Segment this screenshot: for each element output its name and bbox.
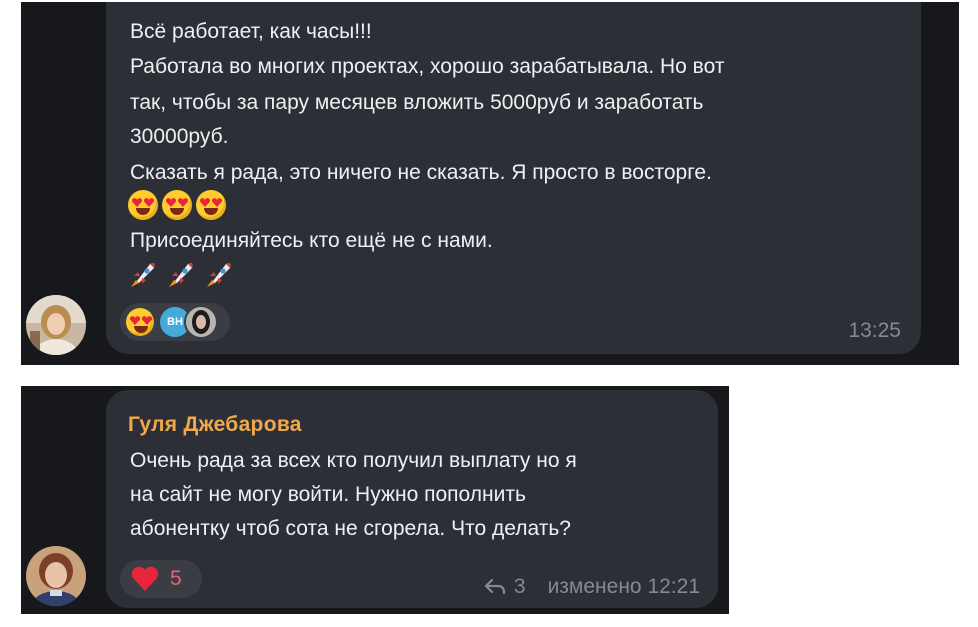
message-text-line: Сказать я рада, это ничего не сказать. Я… — [130, 161, 712, 184]
message-text-line: на сайт не могу войти. Нужно пополнить — [130, 483, 526, 506]
red-heart-emoji — [131, 566, 159, 591]
message-text-line: 30000руб. — [130, 125, 229, 148]
sender-avatar[interactable] — [26, 546, 86, 606]
message-footer: 3 изменено 12:21 — [484, 570, 700, 604]
message-text-line: Работала во многих проектах, хорошо зара… — [130, 55, 725, 78]
message-text-line: Присоединяйтесь кто ещё не с нами. — [130, 229, 493, 252]
reactions-pill[interactable]: ВН — [120, 303, 230, 341]
emoji-row — [128, 190, 226, 220]
rocket-emoji — [169, 263, 193, 287]
message-panel-2: Гуля Джебарова Очень рада за всех кто по… — [21, 386, 729, 614]
edited-timestamp: изменено 12:21 — [547, 575, 700, 598]
message-bubble[interactable]: Всё работает, как часы!!! Работала во мн… — [106, 2, 921, 354]
reaction-count: 5 — [170, 567, 182, 590]
message-panel-1: Всё работает, как часы!!! Работала во мн… — [21, 2, 959, 365]
message-text-line: так, чтобы за пару месяцев вложить 5000р… — [130, 91, 704, 114]
message-timestamp: 13:25 — [848, 319, 901, 342]
message-text-line: абонентку чтоб сота не сгорела. Что дела… — [130, 517, 571, 540]
reply-count[interactable]: 3 — [514, 570, 526, 604]
rocket-emoji — [131, 263, 155, 287]
message-bubble[interactable]: Гуля Джебарова Очень рада за всех кто по… — [106, 390, 718, 608]
reactions-pill[interactable]: 5 — [120, 560, 202, 598]
heart-eyes-emoji — [128, 190, 158, 220]
heart-eyes-emoji — [126, 308, 154, 336]
message-text-line: Всё работает, как часы!!! — [130, 20, 372, 43]
avatar-photo — [26, 295, 86, 355]
reply-icon[interactable] — [484, 578, 506, 596]
reactor-avatar — [184, 305, 218, 339]
message-text-line: Очень рада за всех кто получил выплату н… — [130, 449, 577, 472]
avatar-photo — [26, 546, 86, 606]
heart-eyes-emoji — [196, 190, 226, 220]
sender-name[interactable]: Гуля Джебарова — [128, 408, 302, 442]
sender-avatar[interactable] — [26, 295, 86, 355]
emoji-row — [128, 258, 236, 290]
rocket-emoji — [207, 263, 231, 287]
heart-eyes-emoji — [162, 190, 192, 220]
